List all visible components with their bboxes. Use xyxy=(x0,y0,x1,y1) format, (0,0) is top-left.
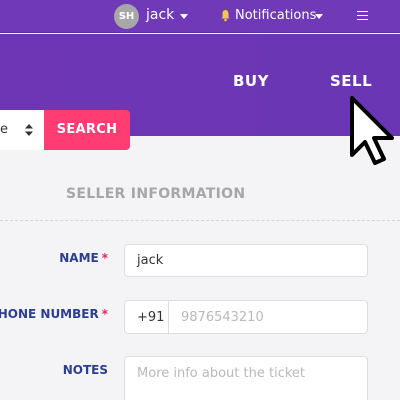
phone-field[interactable]: +91 9876543210 xyxy=(124,300,368,334)
bell-icon[interactable] xyxy=(221,9,230,22)
search-button[interactable]: SEARCH xyxy=(44,110,130,150)
section-divider xyxy=(0,220,400,221)
notifications-link[interactable]: Notifications xyxy=(235,8,316,23)
nav-sell-link[interactable]: SELL xyxy=(330,72,372,90)
select-sort-icon xyxy=(25,124,33,136)
phone-prefix: +91 xyxy=(137,310,165,325)
phone-placeholder: 9876543210 xyxy=(181,310,264,325)
name-field[interactable]: jack xyxy=(124,244,368,277)
name-label: NAME * xyxy=(59,251,108,265)
notes-label: NOTES xyxy=(62,363,108,377)
phone-label: HONE NUMBER * xyxy=(0,307,108,321)
prefix-separator xyxy=(168,301,169,333)
section-title: SELLER INFORMATION xyxy=(66,186,246,202)
required-mark: * xyxy=(101,251,108,265)
notes-placeholder: More info about the ticket xyxy=(137,366,305,381)
required-mark: * xyxy=(101,307,108,321)
mouse-pointer-icon xyxy=(350,96,394,165)
name-field-value: jack xyxy=(137,253,164,268)
notes-textarea[interactable]: More info about the ticket xyxy=(124,356,368,400)
hamburger-menu-icon[interactable] xyxy=(357,11,368,20)
search-select-value: e xyxy=(0,122,8,137)
search-select[interactable]: e xyxy=(0,110,44,150)
user-chevron-down-icon[interactable] xyxy=(180,14,188,19)
notifications-chevron-down-icon[interactable] xyxy=(315,14,323,19)
nav-buy-link[interactable]: BUY xyxy=(233,72,269,90)
top-bar: SH jack Notifications xyxy=(0,0,400,33)
avatar[interactable]: SH xyxy=(114,4,139,29)
user-name[interactable]: jack xyxy=(146,7,174,23)
